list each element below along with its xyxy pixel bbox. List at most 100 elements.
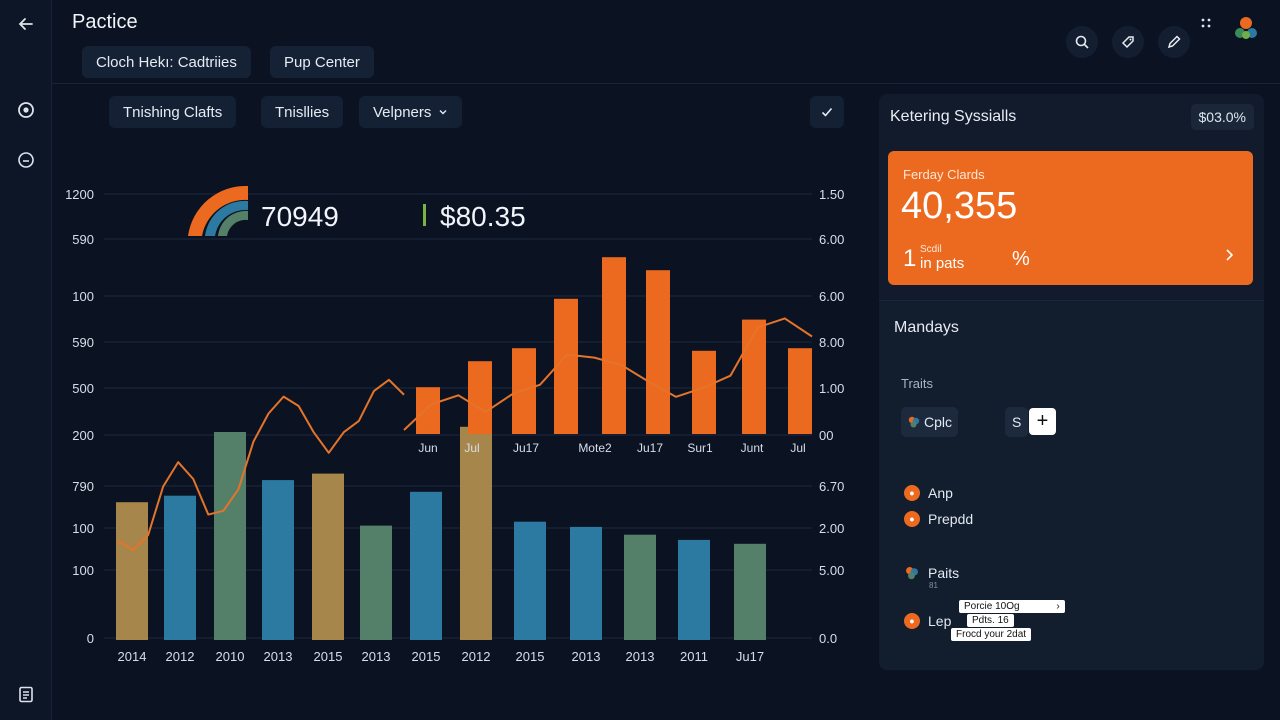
x-tick-label: 2010 xyxy=(216,649,245,664)
x-tick-label: 2013 xyxy=(362,649,391,664)
upper-x-label: Sur1 xyxy=(687,441,713,455)
item-dot-icon: ● xyxy=(904,511,920,527)
lower-bar xyxy=(678,539,710,640)
minus-circle-icon[interactable] xyxy=(11,145,41,175)
lower-bar xyxy=(570,526,602,640)
lower-bar xyxy=(164,495,196,640)
paits-subtext: 81 xyxy=(929,581,938,590)
y-left-tick: 200 xyxy=(72,428,94,443)
tag-cplc[interactable]: Cplc xyxy=(901,407,959,437)
upper-bar xyxy=(646,270,670,434)
y-right-tick: 6.00 xyxy=(819,232,844,247)
upper-x-label: Jul xyxy=(464,441,479,455)
upper-bar xyxy=(742,319,766,434)
upper-x-label: Jun xyxy=(418,441,437,455)
kpi-card-sub-top: Scdil xyxy=(920,244,942,255)
item-dot-icon: ● xyxy=(904,485,920,501)
tag-icon xyxy=(1121,36,1134,49)
lower-bar xyxy=(360,525,392,640)
lower-bar xyxy=(460,426,492,640)
tooltip-text-1: Porcie 10Og xyxy=(964,601,1020,612)
search-button[interactable] xyxy=(1066,26,1098,58)
y-left-tick: 500 xyxy=(72,381,94,396)
lower-bar xyxy=(312,473,344,640)
y-right-tick: 6.00 xyxy=(819,289,844,304)
upper-x-label: Junt xyxy=(741,441,764,455)
kpi-card-label: Ferday Clards xyxy=(903,167,985,182)
tag-button[interactable] xyxy=(1112,26,1144,58)
kpi-card-number: 1 xyxy=(903,245,917,272)
tooltip-line-2: Pdts. 16 xyxy=(967,614,1014,627)
y-right-tick: 5.00 xyxy=(819,563,844,578)
y-right-tick: 6.70 xyxy=(819,479,844,494)
chart-area: Tnishing Clafts Tnisllies Velpners 1200 1… xyxy=(52,84,872,720)
tab-cadtriies[interactable]: Cloch Hekı: Cadtriies xyxy=(82,46,251,78)
x-tick-label: 2013 xyxy=(264,649,293,664)
y-left-tick: 100 xyxy=(72,563,94,578)
upper-x-label: Jul xyxy=(790,441,805,455)
x-tick-label: Ju17 xyxy=(736,649,764,664)
y-left-tick: 590 xyxy=(72,335,94,350)
lower-bar xyxy=(116,502,148,640)
top-header: Pactice Cloch Hekı: Cadtriies Pup Center xyxy=(52,0,1280,84)
app-title: Pactice xyxy=(72,11,138,33)
y-right-tick: 00 xyxy=(819,428,833,443)
x-tick-label: 2015 xyxy=(314,649,343,664)
chevron-right-icon: › xyxy=(1056,601,1060,612)
y-left-tick: 790 xyxy=(72,479,94,494)
add-button[interactable]: + xyxy=(1029,408,1056,435)
x-tick-label: 2013 xyxy=(626,649,655,664)
lower-line-series xyxy=(117,378,405,552)
tooltip-line-1: Porcie 10Og › xyxy=(959,600,1065,613)
list-item-label: Prepdd xyxy=(928,511,974,527)
upper-x-label: Ju17 xyxy=(637,441,663,455)
x-tick-label: 2011 xyxy=(680,649,708,664)
grid-dots-icon[interactable] xyxy=(1200,16,1212,34)
search-icon xyxy=(1075,35,1089,49)
upper-bar xyxy=(788,348,812,434)
upper-bar xyxy=(416,387,440,434)
clipboard-icon[interactable] xyxy=(11,679,41,709)
tab-pup-center[interactable]: Pup Center xyxy=(270,46,374,78)
item-dot-icon: ● xyxy=(904,613,920,629)
kpi-card-sub-bottom: in pats xyxy=(920,255,965,272)
list-item-label: Paits xyxy=(928,565,960,581)
lower-bar xyxy=(262,480,294,640)
panel-title: Ketering Syssialls xyxy=(890,108,1017,125)
tooltip-line-3: Frocd your 2dat xyxy=(951,628,1032,641)
y-left-tick: 590 xyxy=(72,232,94,247)
kpi-card[interactable]: Ferday Clards 40,355 1 Scdil in pats % xyxy=(888,151,1253,285)
section-label: Traits xyxy=(901,376,934,391)
edit-button[interactable] xyxy=(1158,26,1190,58)
tag-s[interactable]: S xyxy=(1005,407,1029,437)
avatar[interactable] xyxy=(1232,14,1260,47)
kpi-value-2: $80.35 xyxy=(440,201,526,232)
kpi-value-1: 70949 xyxy=(261,201,339,232)
list-item-paits[interactable]: Paits xyxy=(904,563,959,583)
y-right-tick: 1.50 xyxy=(819,187,844,202)
y-left-tick: 0 xyxy=(87,631,94,646)
x-tick-label: 2015 xyxy=(412,649,441,664)
list-item-anp[interactable]: ● Anp xyxy=(904,483,953,503)
list-item-lep[interactable]: ● Lep xyxy=(904,611,951,631)
chevron-right-icon[interactable] xyxy=(1223,246,1235,267)
lower-bar xyxy=(624,534,656,640)
x-tick-label: 2014 xyxy=(118,649,147,664)
record-icon[interactable] xyxy=(11,95,41,125)
upper-x-label: Mote2 xyxy=(578,441,612,455)
y-right-tick: 2.00 xyxy=(819,521,844,536)
kpi-divider-mark xyxy=(423,204,426,226)
list-item-label: Anp xyxy=(928,485,953,501)
y-right-tick: 0.0 xyxy=(819,631,837,646)
upper-x-label: Ju17 xyxy=(513,441,539,455)
x-tick-label: 2013 xyxy=(572,649,601,664)
y-left-tick: 1200 xyxy=(65,187,94,202)
palette-icon xyxy=(908,416,920,428)
list-item-prepdd[interactable]: ● Prepdd xyxy=(904,509,973,529)
kpi-card-value: 40,355 xyxy=(901,185,1018,227)
back-arrow-icon[interactable] xyxy=(11,9,41,39)
mandays-section: Mandays Traits Cplc S + ● Anp ● Prepdd P… xyxy=(879,300,1264,670)
lower-bar xyxy=(214,432,246,640)
list-item-label: Lep xyxy=(928,613,952,629)
lower-bar xyxy=(410,491,442,640)
